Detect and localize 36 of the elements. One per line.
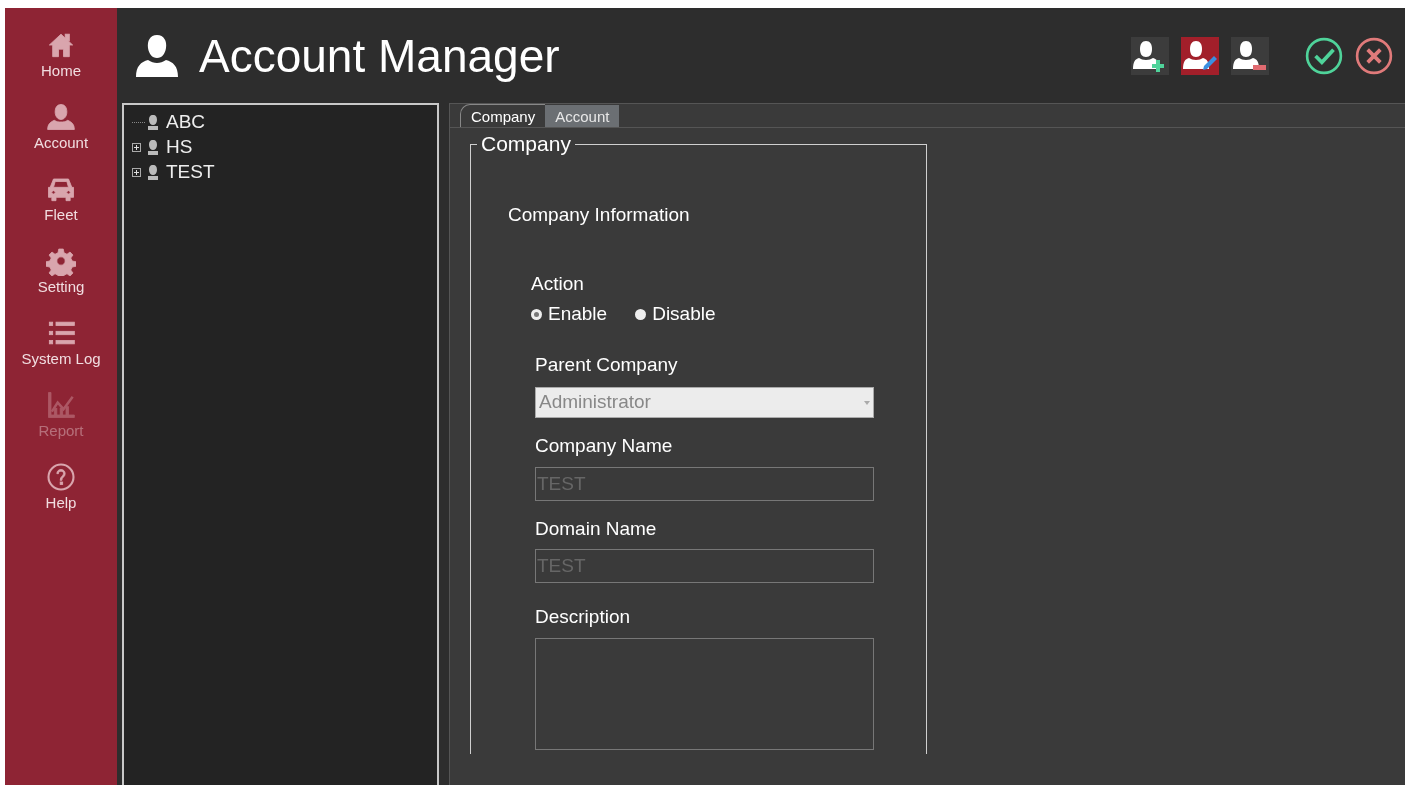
tree-item[interactable]: TEST	[132, 160, 437, 185]
field-label: Company Name	[535, 434, 673, 458]
user-icon	[145, 164, 161, 181]
tab[interactable]: Company	[460, 104, 546, 127]
sidebar-item[interactable]: Home	[41, 30, 81, 80]
sidebar-item[interactable]: System Log	[21, 318, 101, 368]
user-icon	[145, 114, 161, 131]
field-label: Description	[535, 605, 631, 629]
cancel-button[interactable]	[1355, 36, 1393, 75]
confirm-button[interactable]	[1305, 36, 1343, 75]
person-icon	[135, 32, 179, 79]
remove-user-button[interactable]	[1231, 36, 1269, 75]
expand-toggle[interactable]	[132, 168, 141, 177]
field-label: Action	[531, 271, 584, 296]
description-field[interactable]	[535, 637, 874, 750]
sidebar-item[interactable]: Help	[45, 462, 77, 512]
section-title: Company Information	[508, 203, 690, 227]
sidebar-item[interactable]: Account	[33, 102, 89, 152]
tree-item[interactable]: HS	[132, 135, 437, 160]
person-icon	[46, 102, 76, 132]
gear-icon	[46, 246, 76, 276]
radio-option[interactable]: Disable	[635, 300, 716, 329]
sidebar-item[interactable]: Setting	[37, 246, 85, 296]
user-icon	[145, 139, 161, 156]
field-label: Domain Name	[535, 516, 657, 541]
field-label: Parent Company	[535, 352, 678, 377]
sidebar-item[interactable]: Fleet	[44, 174, 78, 224]
add-user-button[interactable]	[1131, 36, 1169, 75]
chart-icon	[46, 390, 76, 420]
edit-user-button[interactable]	[1181, 36, 1219, 75]
tree-item[interactable]: ABC	[132, 110, 437, 135]
radio-option[interactable]: Enable	[531, 300, 608, 329]
help-icon	[46, 462, 76, 492]
caret-icon	[864, 400, 870, 405]
expand-toggle[interactable]	[132, 143, 141, 152]
tab[interactable]: Account	[545, 105, 620, 127]
